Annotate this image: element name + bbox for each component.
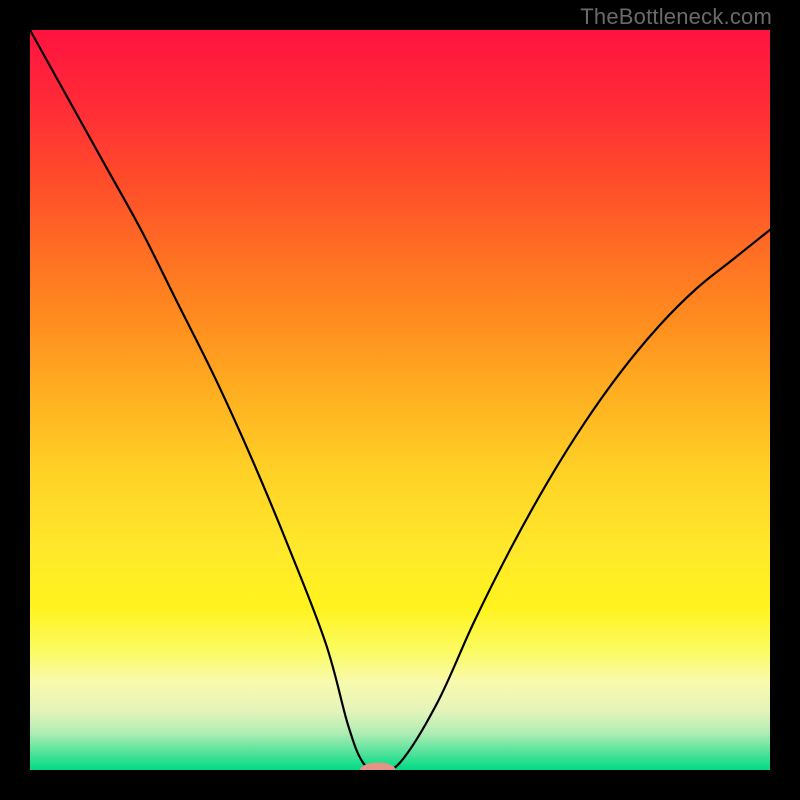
plot-area xyxy=(30,30,770,770)
chart-frame: TheBottleneck.com xyxy=(0,0,800,800)
gradient-background xyxy=(30,30,770,770)
attribution-label: TheBottleneck.com xyxy=(580,4,772,30)
chart-svg xyxy=(30,30,770,770)
